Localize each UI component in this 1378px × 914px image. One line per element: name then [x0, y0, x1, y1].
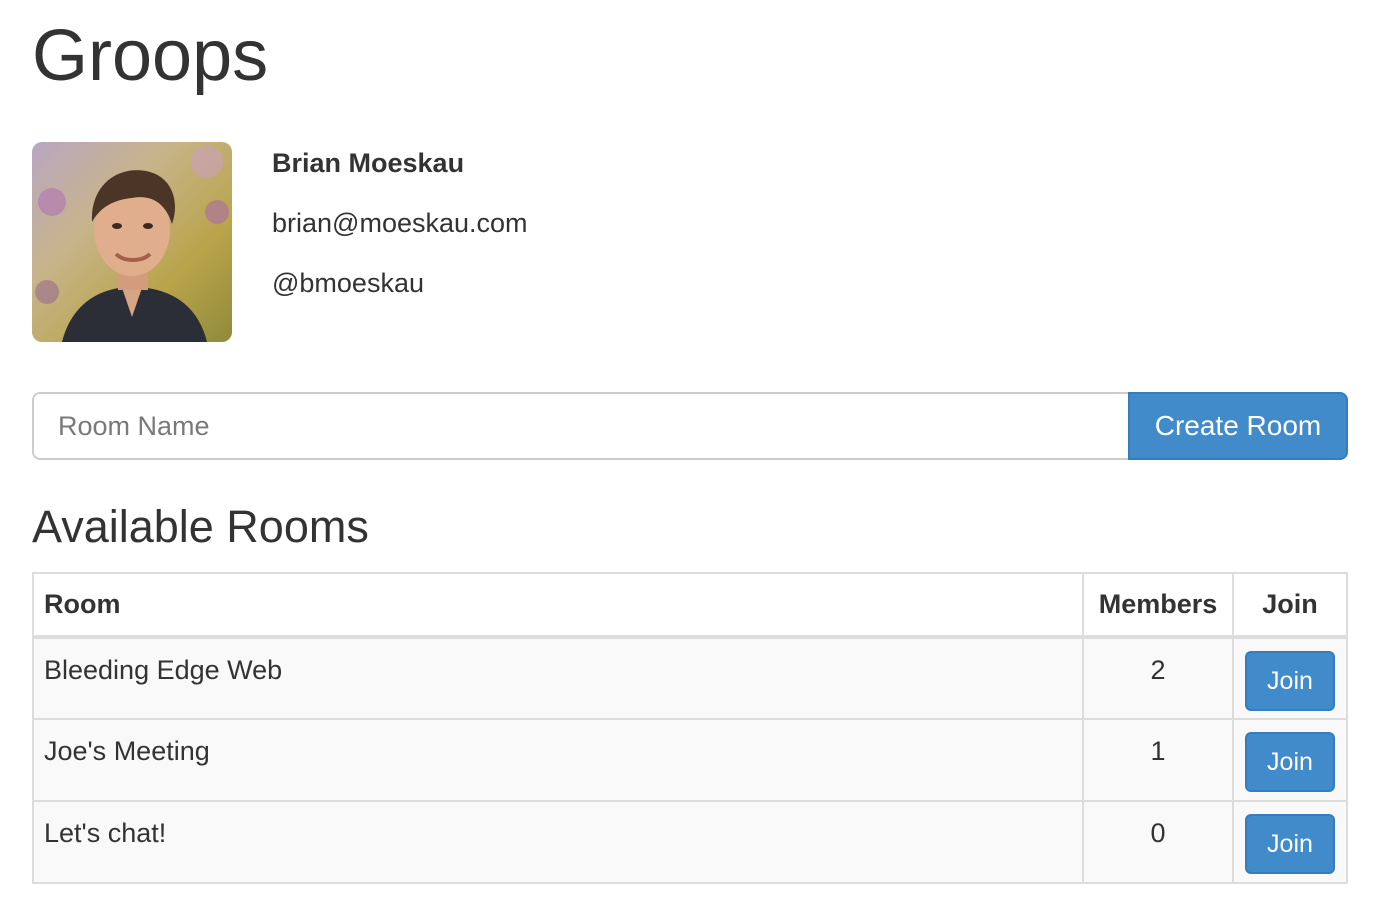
available-rooms-heading: Available Rooms: [32, 501, 369, 552]
join-cell: Join: [1231, 800, 1349, 884]
room-members-cell: 0: [1082, 800, 1234, 884]
profile-handle: @bmoeskau: [272, 268, 424, 298]
table-header-row: Room Members Join: [31, 572, 1349, 639]
join-button[interactable]: Join: [1244, 814, 1335, 874]
avatar: [32, 142, 232, 342]
room-members-cell: 2: [1082, 636, 1234, 720]
user-profile: Brian Moeskau brian@moeskau.com @bmoeska…: [32, 142, 732, 342]
create-room-button[interactable]: Create Room: [1128, 392, 1348, 460]
join-cell: Join: [1231, 636, 1349, 720]
table-row: Joe's Meeting 1 Join: [31, 718, 1349, 802]
room-name-cell: Let's chat!: [31, 800, 1085, 884]
profile-name: Brian Moeskau: [272, 148, 465, 178]
join-button[interactable]: Join: [1244, 651, 1335, 711]
join-cell: Join: [1231, 718, 1349, 802]
profile-email: brian@moeskau.com: [272, 208, 528, 238]
column-header-members: Members: [1082, 572, 1234, 639]
join-button[interactable]: Join: [1244, 732, 1335, 792]
table-row: Let's chat! 0 Join: [31, 800, 1349, 884]
rooms-table: Room Members Join Bleeding Edge Web 2 Jo…: [31, 572, 1349, 884]
room-name-cell: Bleeding Edge Web: [31, 636, 1085, 720]
room-members-cell: 1: [1082, 718, 1234, 802]
room-name-input[interactable]: [32, 392, 1128, 460]
column-header-join: Join: [1231, 572, 1349, 639]
table-row: Bleeding Edge Web 2 Join: [31, 636, 1349, 720]
room-name-cell: Joe's Meeting: [31, 718, 1085, 802]
column-header-room: Room: [31, 572, 1085, 639]
app-title: Groops: [32, 16, 269, 96]
create-room-form: Create Room: [32, 392, 1348, 460]
